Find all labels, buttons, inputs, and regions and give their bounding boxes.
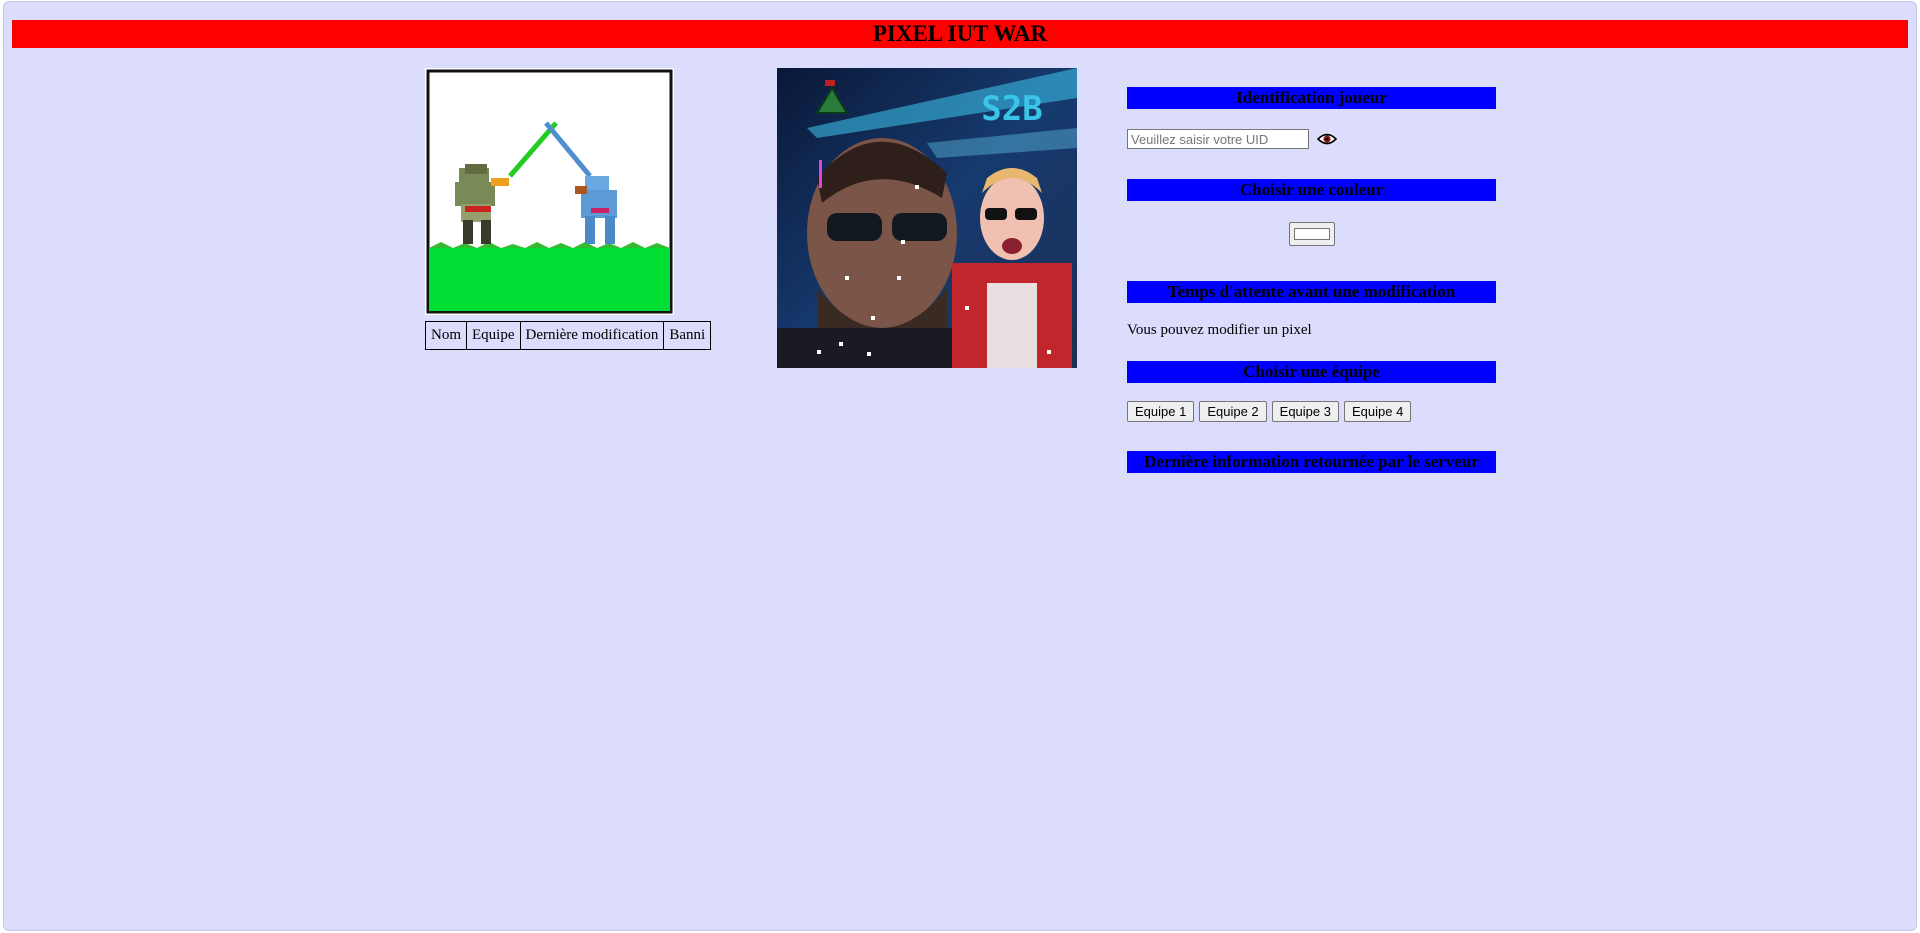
identification-heading: Identification joueur (1127, 87, 1496, 109)
color-heading: Choisir une couleur (1127, 179, 1496, 201)
canvas-s2b-text: S2B (981, 89, 1042, 129)
players-table: Nom Equipe Dernière modification Banni (425, 321, 712, 350)
team-buttons: Equipe 1 Equipe 2 Equipe 3 Equipe 4 (1127, 401, 1496, 422)
page-title: PIXEL IUT WAR (12, 20, 1908, 48)
pixel-canvas[interactable]: S2B (777, 68, 1077, 368)
column-header-banni[interactable]: Banni (663, 321, 712, 350)
column-header-equipe[interactable]: Equipe (466, 321, 521, 350)
team-3-button[interactable]: Equipe 3 (1271, 401, 1339, 422)
server-info-heading: Dernière information retournée par le se… (1127, 451, 1496, 473)
game-logo-image (425, 68, 674, 315)
color-picker[interactable] (1288, 222, 1335, 246)
column-header-derniere-modification[interactable]: Dernière modification (519, 321, 665, 350)
eye-icon[interactable] (1316, 132, 1338, 146)
team-2-button[interactable]: Equipe 2 (1199, 401, 1267, 422)
uid-row (1127, 128, 1496, 150)
uid-input[interactable] (1127, 129, 1309, 149)
team-heading: Choisir une équipe (1127, 361, 1496, 383)
color-row (1127, 222, 1496, 252)
cooldown-heading: Temps d'attente avant une modification (1127, 281, 1496, 303)
color-swatch (1293, 228, 1330, 240)
players-table-header-row: Nom Equipe Dernière modification Banni (425, 321, 712, 350)
column-header-nom[interactable]: Nom (425, 321, 467, 350)
control-panel: Identification joueur Choisir une couleu… (1127, 87, 1496, 481)
team-1-button[interactable]: Equipe 1 (1127, 401, 1195, 422)
team-4-button[interactable]: Equipe 4 (1343, 401, 1412, 422)
cooldown-status: Vous pouvez modifier un pixel (1127, 322, 1312, 338)
